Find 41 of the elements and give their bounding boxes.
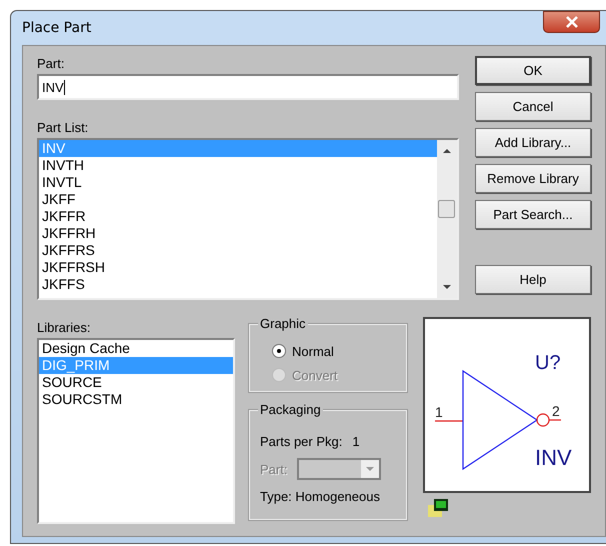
part-list-item[interactable]: INVTH [39, 157, 437, 174]
library-item[interactable]: SOURCE [39, 374, 233, 391]
libraries-label: Libraries: [37, 320, 92, 336]
part-list-item[interactable]: INVTL [39, 174, 437, 191]
group-title: Graphic [258, 316, 308, 331]
type-label: Type: Homogeneous [259, 489, 381, 504]
close-icon [564, 16, 578, 28]
part-input-field[interactable]: INV [37, 74, 459, 100]
radio-option[interactable]: Normal [258, 339, 398, 363]
value-text: INV [535, 445, 572, 470]
library-item[interactable]: Design Cache [39, 340, 233, 357]
part-list-item[interactable]: JKFFRH [39, 225, 437, 242]
library-item[interactable]: SOURCSTM [39, 391, 233, 408]
dialog-button[interactable]: Remove Library [475, 164, 591, 193]
dialog-button[interactable]: Add Library... [475, 128, 591, 157]
scrollbar[interactable] [437, 140, 457, 298]
group-title: Packaging [258, 402, 323, 417]
part-list-item[interactable]: JKFFRS [39, 242, 437, 259]
parts-per-pkg-label: Parts per Pkg: [260, 434, 342, 448]
close-button[interactable] [543, 11, 600, 33]
pin-number: 2 [552, 403, 560, 419]
parts-per-pkg-value: 1 [352, 434, 360, 448]
dialog-button[interactable]: OK [475, 56, 591, 85]
reference-text: U? [535, 352, 561, 374]
part-list-item[interactable]: JKFFS [39, 276, 437, 293]
part-list-label: Part List: [37, 120, 90, 136]
dialog-button[interactable]: Help [475, 265, 591, 294]
monitor-icon[interactable] [428, 499, 448, 517]
part-list-item[interactable]: JKFFRSH [39, 259, 437, 276]
pin-number: 1 [435, 404, 443, 420]
part-list-item[interactable]: JKFFR [39, 208, 437, 225]
part-list-item[interactable]: JKFF [39, 191, 437, 208]
dialog-button[interactable]: Part Search... [475, 200, 591, 229]
window-title: Place Part [22, 20, 92, 36]
part-label: Part: [260, 462, 288, 476]
dropdown-arrow-icon [365, 466, 376, 472]
dialog-button[interactable]: Cancel [475, 92, 591, 121]
part-label: Part: [37, 56, 66, 72]
part-dropdown[interactable] [297, 458, 382, 480]
pin-line [435, 420, 463, 422]
scroll-thumb[interactable] [438, 200, 455, 218]
